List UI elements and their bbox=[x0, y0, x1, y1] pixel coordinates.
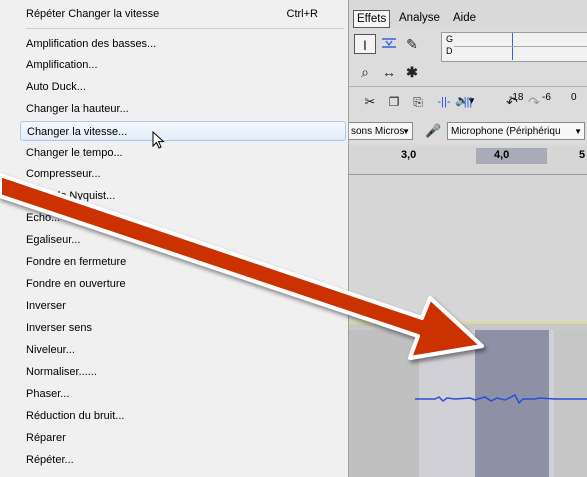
ruler-tick-label: 5 bbox=[579, 149, 586, 161]
meter-db-label: 0 bbox=[571, 92, 577, 103]
menu-item-normalize[interactable]: Normaliser...... bbox=[26, 362, 344, 382]
zoom-tool-icon[interactable]: ⌕ bbox=[354, 62, 376, 82]
menu-item-bass-boost[interactable]: Amplification des basses... bbox=[26, 34, 344, 54]
menu-item-label: Répéter Changer la vitesse bbox=[26, 8, 160, 20]
level-meter[interactable]: G D bbox=[441, 32, 587, 62]
trim-icon[interactable]: -||- bbox=[433, 92, 455, 112]
ruler-selection bbox=[476, 148, 547, 164]
undo-icon[interactable]: ↶ bbox=[501, 92, 523, 112]
menu-item-nyquist-prompt[interactable]: Console Nyquist... bbox=[26, 186, 344, 206]
waveform bbox=[415, 393, 587, 405]
menu-item-invert[interactable]: Inverser bbox=[26, 296, 344, 316]
menu-item-fade-in[interactable]: Fondre en ouverture bbox=[26, 274, 344, 294]
toolbar-divider bbox=[349, 86, 587, 87]
track-area-background bbox=[349, 175, 587, 320]
ruler-tick-label: 3,0 bbox=[401, 149, 417, 161]
menu-item-shortcut: Ctrl+R bbox=[286, 8, 318, 20]
menu-effects[interactable]: Effets bbox=[353, 10, 391, 28]
menu-item-change-tempo[interactable]: Changer le tempo... bbox=[26, 143, 344, 163]
draw-tool-icon[interactable]: ✎ bbox=[401, 34, 423, 54]
menu-item-repeat[interactable]: Répéter... bbox=[26, 450, 344, 470]
menu-item-reverse[interactable]: Inverser sens bbox=[26, 318, 344, 338]
menu-item-change-pitch[interactable]: Changer la hauteur... bbox=[26, 99, 344, 119]
microphone-icon: 🎤 bbox=[425, 123, 442, 138]
copy-icon[interactable]: ❐ bbox=[383, 92, 405, 112]
meter-left-label: G bbox=[446, 34, 454, 44]
input-device-value: Microphone (Périphériqu bbox=[451, 126, 561, 137]
meter-right-label: D bbox=[446, 46, 453, 56]
meter-right-level bbox=[512, 47, 513, 60]
meter-divider bbox=[454, 46, 587, 47]
menu-item-noise-removal[interactable]: Réduction du bruit... bbox=[26, 406, 344, 426]
multi-tool-icon[interactable]: ✱ bbox=[401, 62, 423, 82]
timeshift-tool-icon[interactable]: ↔ bbox=[378, 62, 400, 82]
output-device-value: sons Micros bbox=[351, 126, 405, 137]
chevron-down-icon: ▼ bbox=[574, 127, 582, 136]
paste-icon[interactable]: ⎘ bbox=[407, 92, 429, 112]
ruler-tick-label: 4,0 bbox=[494, 149, 510, 161]
menu-item-fade-out[interactable]: Fondre en fermeture bbox=[26, 252, 344, 272]
menu-item-repeat-last-effect[interactable]: Répéter Changer la vitesse Ctrl+R bbox=[26, 4, 344, 24]
menu-item-phaser[interactable]: Phaser... bbox=[26, 384, 344, 404]
selection-tool-icon[interactable]: I bbox=[354, 34, 376, 54]
timeline-ruler[interactable]: 3,0 4,0 5 bbox=[349, 146, 587, 175]
menu-item-change-speed[interactable]: Changer la vitesse... bbox=[20, 121, 346, 141]
menu-item-compressor[interactable]: Compresseur... bbox=[26, 164, 344, 184]
input-device-select[interactable]: Microphone (Périphériqu ▼ bbox=[447, 122, 585, 140]
menu-item-repair[interactable]: Réparer bbox=[26, 428, 344, 448]
chevron-down-icon: ▼ bbox=[402, 127, 410, 136]
menu-item-amplify[interactable]: Amplification... bbox=[26, 55, 344, 75]
meter-left-level bbox=[512, 33, 513, 46]
menu-item-leveller[interactable]: Niveleur... bbox=[26, 340, 344, 360]
audacity-window: Effets Analyse Aide I ✎ ⌕ ↔ ✱ G D 🔈▾ -18… bbox=[349, 0, 587, 477]
envelope-tool-icon[interactable] bbox=[378, 34, 400, 54]
tools-toolbar: I ✎ ⌕ ↔ ✱ G D 🔈▾ -18 -6 0 ✂ ❐ ⎘ -||- |||… bbox=[349, 28, 587, 120]
menu-item-auto-duck[interactable]: Auto Duck... bbox=[26, 77, 344, 97]
output-device-select[interactable]: sons Micros ▼ bbox=[349, 122, 413, 140]
redo-icon[interactable]: ↷ bbox=[523, 92, 545, 112]
effects-menu: Répéter Changer la vitesse Ctrl+R Amplif… bbox=[0, 0, 349, 477]
cut-icon[interactable]: ✂ bbox=[359, 92, 381, 112]
menu-help[interactable]: Aide bbox=[450, 10, 479, 28]
audio-track[interactable] bbox=[349, 321, 587, 477]
mouse-cursor-icon bbox=[152, 131, 165, 149]
silence-icon[interactable]: ||| bbox=[457, 92, 479, 112]
menu-item-echo[interactable]: Echo... bbox=[26, 208, 344, 228]
device-toolbar: sons Micros ▼ 🎤 Microphone (Périphériqu … bbox=[349, 120, 587, 144]
menu-analyze[interactable]: Analyse bbox=[396, 10, 443, 28]
menu-item-equalizer[interactable]: Egaliseur... bbox=[26, 230, 344, 250]
menu-separator bbox=[26, 28, 344, 29]
